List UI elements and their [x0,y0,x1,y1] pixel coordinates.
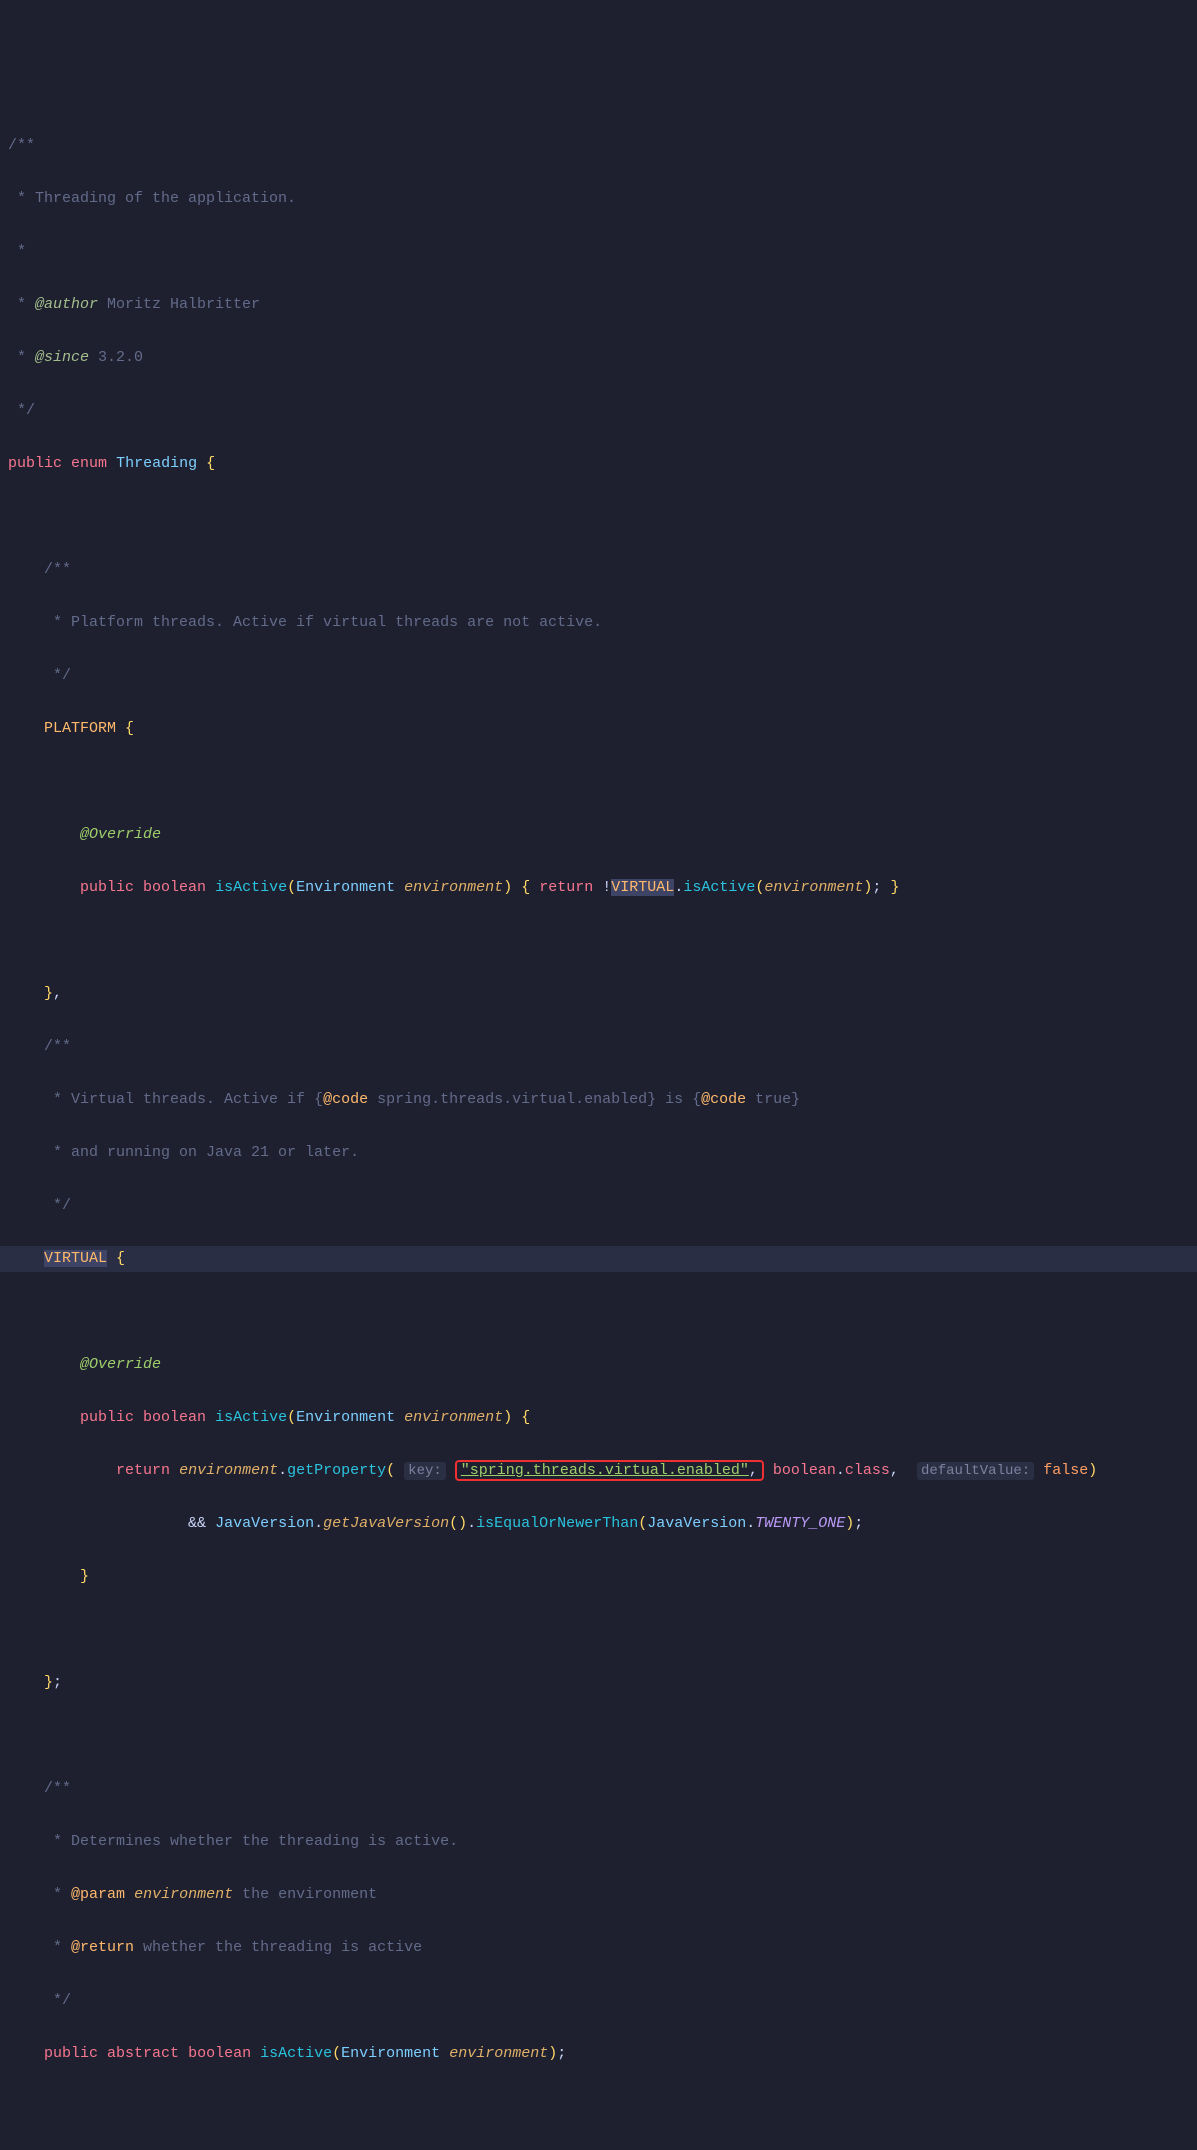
code-line [0,2094,1197,2121]
inlay-hint-key: key: [404,1462,446,1480]
code-line: * Threading of the application. [0,186,1197,213]
code-line-current: VIRTUAL { [0,1246,1197,1273]
code-line [0,1299,1197,1326]
highlight-box: "spring.threads.virtual.enabled", [455,1460,764,1481]
code-line: */ [0,398,1197,425]
code-line: * and running on Java 21 or later. [0,1140,1197,1167]
code-line [0,1617,1197,1644]
code-line: PLATFORM { [0,716,1197,743]
code-line: */ [0,1193,1197,1220]
code-line: * @since 3.2.0 [0,345,1197,372]
code-line: }, [0,981,1197,1008]
code-line: /** [0,557,1197,584]
code-line: * Determines whether the threading is ac… [0,1829,1197,1856]
code-line: }; [0,1670,1197,1697]
code-line: * Virtual threads. Active if {@code spri… [0,1087,1197,1114]
code-line: */ [0,1988,1197,2015]
code-line: } [0,2147,1197,2150]
code-line: public boolean isActive(Environment envi… [0,875,1197,902]
code-line: public boolean isActive(Environment envi… [0,1405,1197,1432]
code-line [0,504,1197,531]
code-line: @Override [0,1352,1197,1379]
inlay-hint-default: defaultValue: [917,1462,1034,1480]
code-line: public abstract boolean isActive(Environ… [0,2041,1197,2068]
code-line: return environment.getProperty( key: "sp… [0,1458,1197,1485]
code-line: /** [0,1776,1197,1803]
code-line: * [0,239,1197,266]
code-editor[interactable]: /** * Threading of the application. * * … [0,106,1197,2150]
code-line: */ [0,663,1197,690]
code-line: * Platform threads. Active if virtual th… [0,610,1197,637]
code-line: /** [0,133,1197,160]
code-line: public enum Threading { [0,451,1197,478]
selection-virtual: VIRTUAL [611,879,674,896]
code-line: * @return whether the threading is activ… [0,1935,1197,1962]
code-line: && JavaVersion.getJavaVersion().isEqualO… [0,1511,1197,1538]
code-line: * @author Moritz Halbritter [0,292,1197,319]
code-line [0,1723,1197,1750]
code-line: /** [0,1034,1197,1061]
code-line [0,928,1197,955]
virtual-enum-constant: VIRTUAL [44,1250,107,1267]
code-line: * @param environment the environment [0,1882,1197,1909]
code-line [0,769,1197,796]
code-line: } [0,1564,1197,1591]
code-line: @Override [0,822,1197,849]
